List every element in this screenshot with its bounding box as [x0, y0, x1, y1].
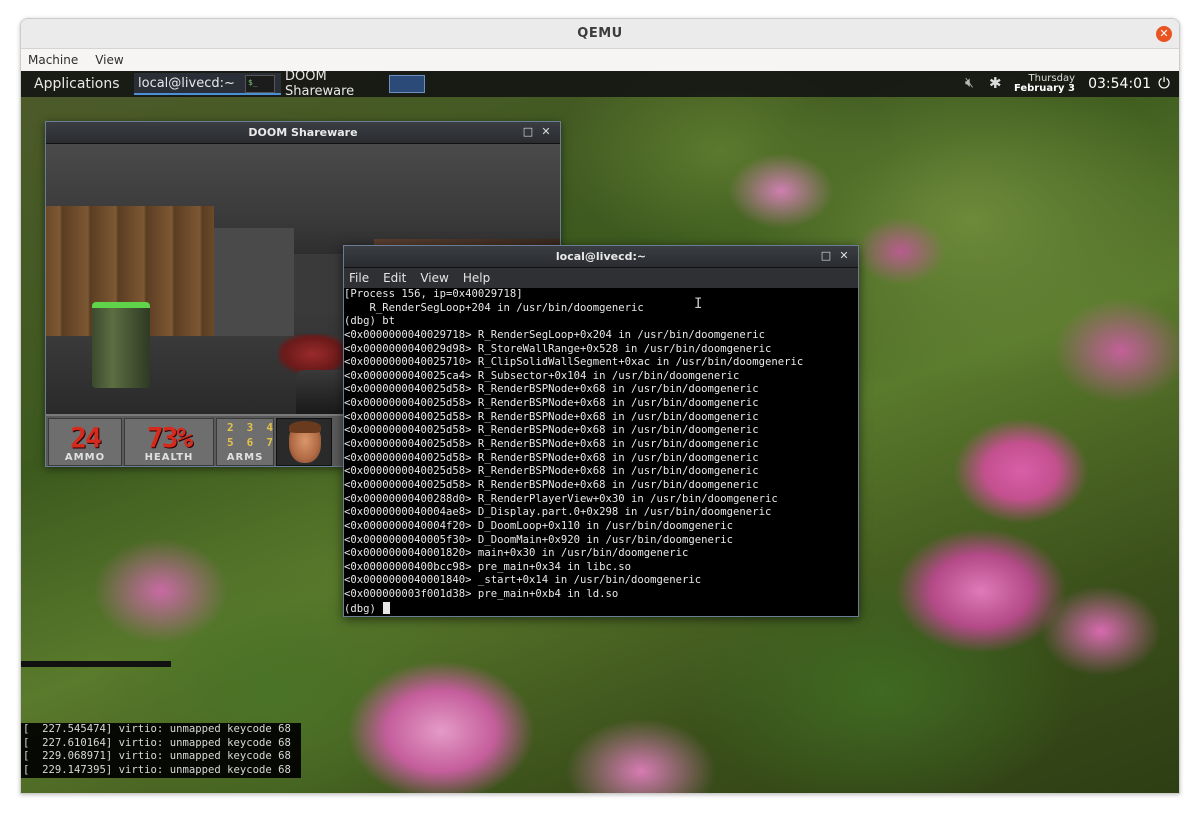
- arm-slot: 6: [246, 436, 254, 449]
- menu-view[interactable]: View: [95, 53, 123, 67]
- menu-help[interactable]: Help: [463, 271, 490, 285]
- terminal-line: [Process 156, ip=0x40029718]: [344, 288, 523, 300]
- maximize-icon[interactable]: □: [818, 248, 834, 264]
- terminal-line: (dbg) bt: [344, 315, 396, 328]
- menu-edit[interactable]: Edit: [383, 271, 406, 285]
- top-panel: Applications local@livecd:~ $_ DOOM Shar…: [21, 71, 1179, 99]
- clock-date: February 3: [1013, 83, 1075, 94]
- qemu-menubar: Machine View: [21, 49, 1179, 70]
- doom-wall: [214, 228, 294, 336]
- terminal-menubar: File Edit View Help: [344, 268, 858, 288]
- terminal-line: <0x00000000400bcc98> pre_main+0x34 in li…: [344, 560, 632, 573]
- arm-slot: 3: [246, 421, 254, 434]
- kernel-console: [ 227.545474] virtio: unmapped keycode 6…: [21, 723, 301, 778]
- terminal-titlebar[interactable]: local@livecd:~ □ ✕: [344, 246, 858, 268]
- terminal-line: <0x0000000040001820> main+0x30 in /usr/b…: [344, 547, 689, 560]
- terminal-line: <0x0000000040025ca4> R_Subsector+0x104 i…: [344, 369, 740, 382]
- terminal-line: <0x0000000040025d58> R_RenderBSPNode+0x6…: [344, 397, 759, 410]
- terminal-line: <0x0000000040004ae8> D_Display.part.0+0x…: [344, 506, 772, 519]
- terminal-line: <0x0000000040029718> R_RenderSegLoop+0x2…: [344, 328, 765, 341]
- arm-slot: 5: [227, 436, 234, 449]
- guest-screen[interactable]: Applications local@livecd:~ $_ DOOM Shar…: [21, 71, 1179, 793]
- hud-health: 73% HEALTH: [124, 418, 214, 466]
- kernel-log-line: [ 227.545474] virtio: unmapped keycode 6…: [23, 723, 291, 735]
- maximize-icon[interactable]: □: [520, 124, 536, 140]
- hud-health-value: 73%: [146, 421, 194, 454]
- text-cursor-icon: I: [694, 296, 703, 312]
- taskbar-item-doom[interactable]: DOOM Shareware: [281, 71, 391, 99]
- doom-barrel: [92, 302, 150, 388]
- terminal-line: R_RenderSegLoop+204 in /usr/bin/doomgene…: [344, 301, 644, 314]
- clock-time[interactable]: 03:54:01: [1088, 76, 1151, 92]
- menu-view[interactable]: View: [420, 271, 448, 285]
- hud-ammo-label: AMMO: [64, 452, 106, 463]
- arm-slot: 2: [227, 421, 234, 434]
- doom-enemy: [278, 334, 348, 374]
- console-fragment: [21, 661, 171, 667]
- terminal-line: <0x0000000040025d58> R_RenderBSPNode+0x6…: [344, 383, 759, 396]
- terminal-window[interactable]: local@livecd:~ □ ✕ File Edit View Help […: [343, 245, 859, 617]
- kernel-log-line: [ 227.610164] virtio: unmapped keycode 6…: [23, 736, 291, 749]
- qemu-title: QEMU: [577, 26, 623, 41]
- terminal-line: <0x0000000040025d58> R_RenderBSPNode+0x6…: [344, 465, 759, 478]
- doom-marine-face: [276, 418, 332, 466]
- hud-ammo-value: 24: [70, 421, 102, 454]
- menu-machine[interactable]: Machine: [28, 53, 78, 67]
- kernel-log-line: [ 229.147395] virtio: unmapped keycode 6…: [23, 764, 291, 777]
- close-icon[interactable]: ✕: [538, 124, 554, 140]
- terminal-thumbnail-icon[interactable]: $_: [245, 75, 275, 93]
- terminal-line: <0x0000000040004f20> D_DoomLoop+0x110 in…: [344, 519, 734, 532]
- terminal-line: <0x0000000040025d58> R_RenderBSPNode+0x6…: [344, 478, 759, 491]
- terminal-output[interactable]: [Process 156, ip=0x40029718] R_RenderSeg…: [344, 288, 858, 616]
- doom-weapon: [296, 370, 346, 414]
- qemu-titlebar[interactable]: QEMU ✕: [21, 19, 1179, 49]
- qemu-window: QEMU ✕ Machine View Applications local@l…: [20, 18, 1180, 794]
- doom-window-title: DOOM Shareware: [248, 126, 358, 139]
- marine-hair: [289, 421, 321, 433]
- terminal-line: <0x000000003f001d38> pre_main+0xb4 in ld…: [344, 588, 619, 601]
- terminal-prompt-line[interactable]: (dbg): [344, 601, 858, 616]
- menu-file[interactable]: File: [349, 271, 369, 285]
- hud-arms-label: ARMS: [226, 452, 264, 463]
- hud-health-label: HEALTH: [144, 452, 194, 463]
- close-icon[interactable]: ✕: [836, 248, 852, 264]
- terminal-line: <0x0000000040025d58> R_RenderBSPNode+0x6…: [344, 410, 759, 423]
- doom-titlebar[interactable]: DOOM Shareware □ ✕: [46, 122, 560, 144]
- terminal-line: <0x0000000040025710> R_ClipSolidWallSegm…: [344, 356, 804, 369]
- hud-arms: 2 3 4 5 6 7 ARMS: [216, 418, 274, 466]
- terminal-line: <0x0000000040025d58> R_RenderBSPNode+0x6…: [344, 451, 759, 464]
- applications-menu[interactable]: Applications: [34, 76, 120, 92]
- terminal-prompt: (dbg): [344, 602, 383, 615]
- volume-muted-icon[interactable]: 🔇︎: [965, 75, 985, 93]
- terminal-line: <0x0000000040001840> _start+0x14 in /usr…: [344, 574, 702, 587]
- hud-arms-grid: 2 3 4 5 6 7: [221, 421, 279, 450]
- close-icon[interactable]: ✕: [1156, 26, 1172, 42]
- terminal-line: <0x0000000040029d98> R_StoreWallRange+0x…: [344, 342, 772, 355]
- terminal-line: <0x0000000040005f30> D_DoomMain+0x920 in…: [344, 533, 734, 546]
- kernel-log-line: [ 229.068971] virtio: unmapped keycode 6…: [23, 750, 291, 763]
- terminal-line: <0x00000000400288d0> R_RenderPlayerView+…: [344, 492, 778, 505]
- terminal-cursor: [383, 601, 391, 614]
- power-icon[interactable]: ⏻: [1155, 74, 1173, 92]
- terminal-line: <0x0000000040025d58> R_RenderBSPNode+0x6…: [344, 424, 759, 437]
- taskbar-item-label: DOOM Shareware: [285, 71, 355, 99]
- hud-ammo: 24 AMMO: [48, 418, 122, 466]
- doom-thumbnail-icon[interactable]: [389, 75, 425, 93]
- taskbar-item-label: local@livecd:~: [138, 75, 235, 91]
- terminal-window-title: local@livecd:~: [555, 250, 647, 263]
- terminal-line: <0x0000000040025d58> R_RenderBSPNode+0x6…: [344, 438, 759, 451]
